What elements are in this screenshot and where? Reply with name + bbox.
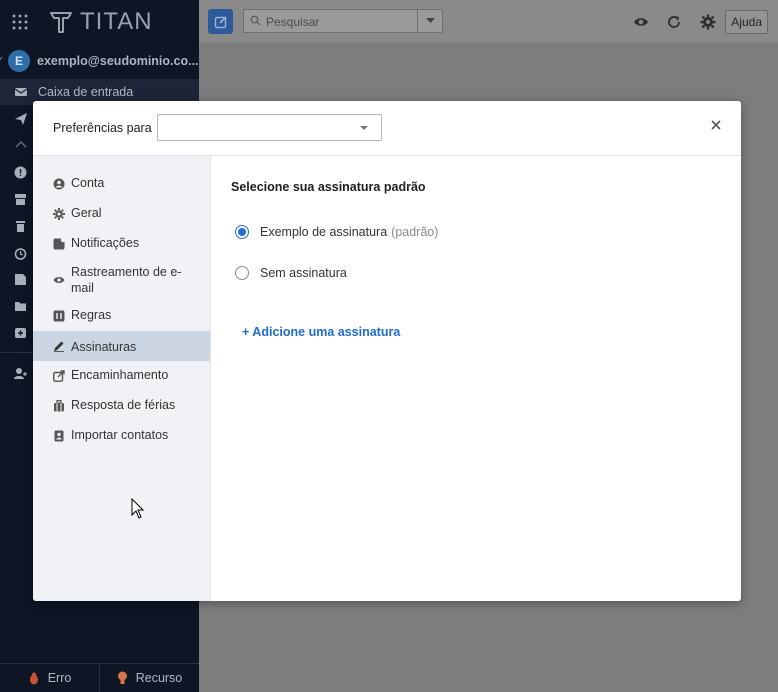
add-signature-link[interactable]: + Adicione uma assinatura [242, 325, 400, 339]
chevron-down-icon [360, 126, 368, 130]
signature-option-example[interactable]: Exemplo de assinatura (padrão) [235, 225, 438, 239]
search-input[interactable]: Pesquisar [266, 15, 319, 29]
radio-checked[interactable] [235, 225, 249, 239]
sidebar-header: TITAN [0, 0, 199, 42]
preferences-for-label: Preferências para [53, 121, 152, 135]
close-icon[interactable] [709, 118, 723, 132]
compose-button[interactable] [208, 9, 233, 34]
account-select[interactable] [157, 114, 382, 141]
nav-item-assinaturas[interactable]: Assinaturas [33, 331, 210, 361]
sent-icon[interactable] [14, 273, 27, 286]
nav-label: Importar contatos [71, 428, 169, 442]
user-circle-icon [53, 178, 65, 190]
nav-label: Geral [71, 206, 102, 220]
titan-logo: TITAN [48, 8, 153, 36]
top-toolbar: Pesquisar Ajuda [199, 0, 778, 43]
chevron-icon: ✓ [0, 55, 5, 66]
rules-icon [53, 310, 65, 322]
nav-label: Resposta de férias [71, 398, 176, 412]
bug-icon [29, 672, 38, 684]
search-icon [250, 15, 261, 26]
compose-icon [214, 15, 227, 28]
add-folder-icon[interactable] [14, 326, 27, 339]
archive-icon[interactable] [14, 193, 27, 206]
nav-item-geral[interactable]: Geral [33, 205, 210, 223]
add-account-icon[interactable] [14, 367, 28, 380]
spam-icon[interactable] [14, 166, 27, 179]
notification-icon [53, 238, 65, 250]
pen-icon [54, 341, 64, 352]
preferences-nav: Conta Geral Notificações Rastreamento de… [33, 156, 211, 601]
lightbulb-icon [117, 671, 127, 684]
search-options-button[interactable] [417, 10, 442, 32]
preferences-dialog: Preferências para Conta Geral Notificaçõ… [33, 101, 741, 601]
inbox-icon [14, 88, 28, 96]
search-box[interactable]: Pesquisar [243, 9, 443, 33]
account-switcher[interactable]: ✓ E exemplo@seudominio.co... [0, 46, 199, 76]
nav-item-conta[interactable]: Conta [33, 175, 210, 193]
nav-label: Conta [71, 176, 105, 190]
chevron-up-icon[interactable] [14, 139, 28, 149]
radio-unchecked[interactable] [235, 266, 249, 280]
dialog-header: Preferências para [33, 101, 741, 156]
error-label: Erro [47, 671, 72, 685]
nav-item-regras[interactable]: Regras [33, 307, 210, 325]
nav-item-encaminhamento[interactable]: Encaminhamento [33, 367, 210, 385]
signature-option-label: Sem assinatura [260, 266, 347, 280]
nav-label: Notificações [71, 236, 140, 250]
chevron-down-icon [425, 18, 435, 23]
signature-section-title: Selecione sua assinatura padrão [231, 180, 426, 194]
nav-item-ferias[interactable]: Resposta de férias [33, 397, 210, 415]
refresh-icon[interactable] [666, 14, 682, 30]
feature-label: Recurso [135, 671, 183, 685]
signatures-panel: Selecione sua assinatura padrão Exemplo … [211, 156, 741, 601]
trash-icon[interactable] [14, 220, 27, 233]
nav-label: Encaminhamento [71, 368, 169, 382]
nav-item-notificacoes[interactable]: Notificações [33, 235, 210, 253]
sidebar-footer: Erro Recurso [0, 663, 199, 692]
feature-request-button[interactable]: Recurso [99, 664, 199, 692]
send-icon[interactable] [14, 112, 28, 126]
signature-option-none[interactable]: Sem assinatura [235, 266, 347, 280]
nav-item-importar[interactable]: Importar contatos [33, 427, 210, 445]
app-grid-icon[interactable] [12, 14, 28, 30]
sidebar-item-label: Caixa de entrada [38, 85, 134, 99]
forward-icon [53, 370, 65, 382]
report-error-button[interactable]: Erro [0, 664, 99, 692]
contacts-icon [54, 430, 64, 442]
titan-logo-icon [50, 12, 72, 33]
help-button[interactable]: Ajuda [725, 10, 768, 34]
logo-text: TITAN [80, 8, 153, 35]
settings-gear-icon[interactable] [700, 14, 716, 30]
nav-label: Rastreamento de e-mail [71, 265, 182, 295]
avatar: E [8, 50, 30, 72]
nav-item-rastreamento[interactable]: Rastreamento de e-mail [33, 264, 210, 298]
nav-label: Regras [71, 308, 112, 322]
suitcase-icon [54, 400, 64, 412]
mouse-cursor-icon [131, 498, 145, 519]
snooze-icon[interactable] [14, 247, 27, 260]
eye-icon [53, 277, 65, 283]
default-tag: (padrão) [391, 225, 439, 239]
account-email: exemplo@seudominio.co... [37, 54, 199, 68]
folder-icon[interactable] [14, 300, 27, 312]
nav-label: Assinaturas [71, 340, 137, 354]
gear-icon [53, 208, 65, 220]
eye-icon[interactable] [633, 14, 649, 30]
signature-option-label: Exemplo de assinatura [260, 225, 388, 239]
